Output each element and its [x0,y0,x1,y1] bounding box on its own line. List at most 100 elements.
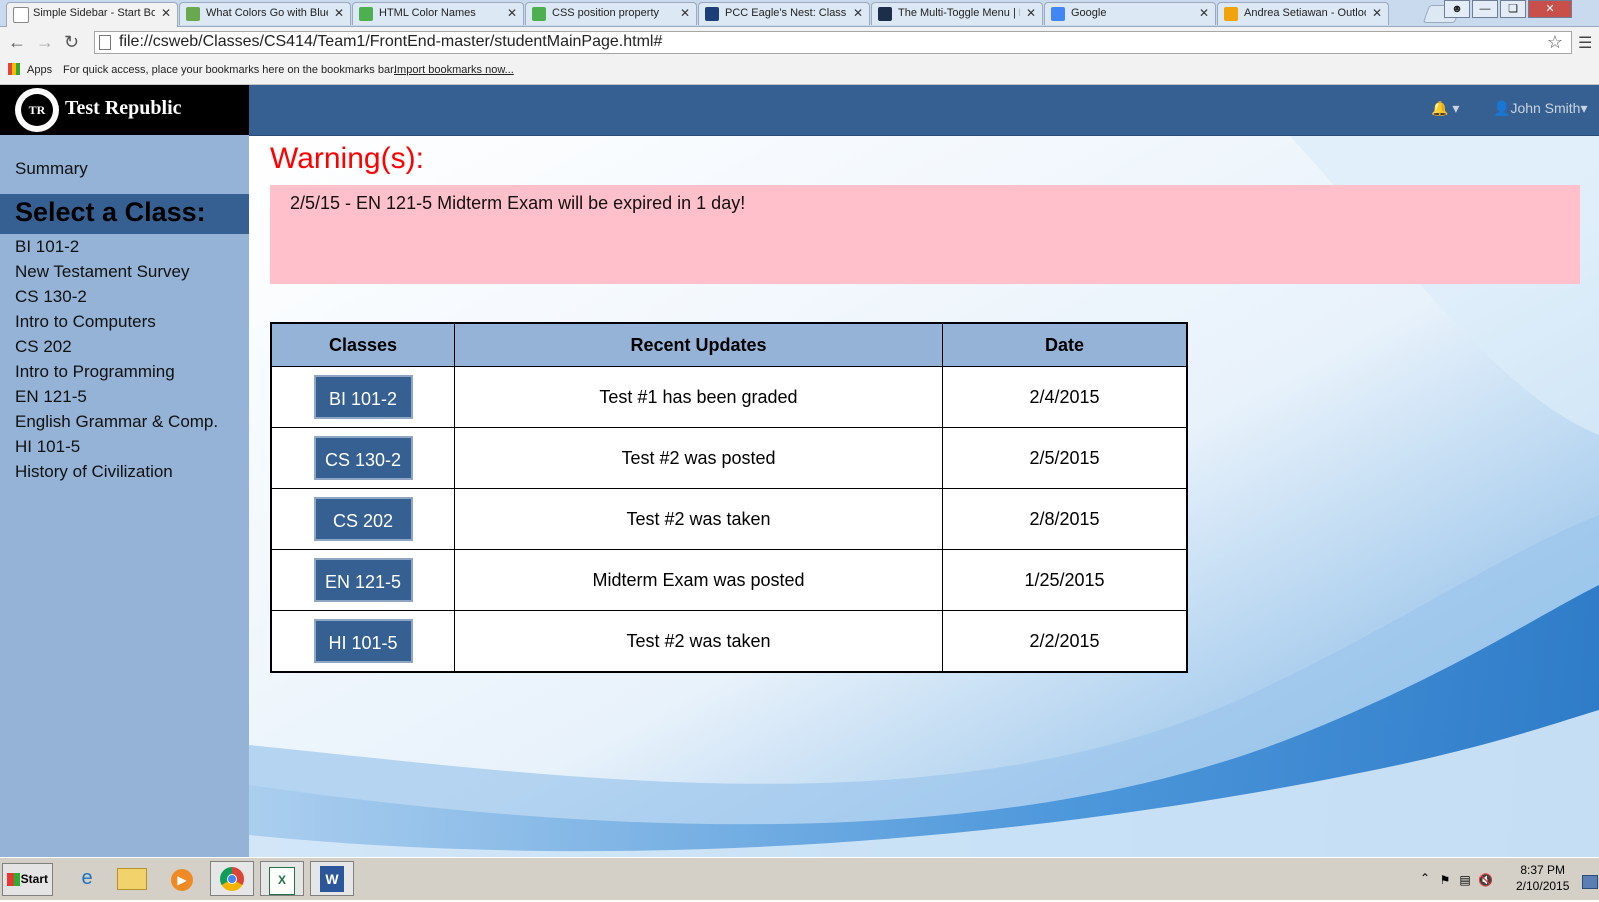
date-cell: 2/4/2015 [942,366,1188,428]
update-cell: Test #1 has been graded [454,366,943,428]
caret-down-icon: ▾ [1580,100,1588,116]
notifications-bell-icon[interactable]: 🔔 ▾ [1431,100,1459,117]
tab-title: What Colors Go with Blue [206,7,328,19]
recent-updates-table: Classes Recent Updates Date BI 101-2 Test… [270,322,1188,673]
update-cell: Test #2 was posted [454,427,943,489]
class-cell: CS 202 [270,488,455,550]
sidebar-item[interactable]: History of Civilization [15,459,218,484]
action-center-flag-icon[interactable]: ⚑ [1438,873,1452,887]
back-arrow-icon[interactable]: ← [8,32,26,53]
close-window-button[interactable]: ✕ [1528,0,1572,18]
sidebar-item[interactable]: CS 130-2 [15,284,218,309]
outlook-icon [1224,7,1238,21]
network-icon[interactable]: ▤ [1458,873,1472,887]
browser-tab[interactable]: What Colors Go with Blue ✕ [179,2,351,25]
tab-title: PCC Eagle's Nest: Class G [725,7,847,19]
word-icon[interactable]: W [310,861,354,896]
warnings-title: Warning(s): [270,142,424,175]
sidebar-item[interactable]: HI 101-5 [15,434,218,459]
show-desktop-button[interactable] [1582,875,1598,889]
site-icon [878,7,892,21]
page-icon [13,7,29,23]
sidebar-class-list: BI 101-2 New Testament Survey CS 130-2 Intr… [15,234,218,484]
sidebar-item[interactable]: English Grammar & Comp. [15,409,218,434]
warning-message: 2/5/15 - EN 121-5 Midterm Exam will be e… [290,193,746,213]
tab-close-icon[interactable]: ✕ [853,6,863,20]
sidebar-item[interactable]: Intro to Computers [15,309,218,334]
tab-close-icon[interactable]: ✕ [1026,6,1036,20]
apps-link[interactable]: Apps [27,64,52,76]
start-button[interactable]: Start [2,863,53,896]
minimize-button[interactable]: — [1472,0,1498,18]
system-tray: ⌃ ⚑ ▤ 🔇 8:37 PM 2/10/2015 [1420,863,1598,896]
clock[interactable]: 8:37 PM 2/10/2015 [1516,862,1569,894]
sidebar-item[interactable]: Intro to Programming [15,359,218,384]
select-class-heading: Select a Class: [15,197,206,227]
tab-close-icon[interactable]: ✕ [1199,6,1209,20]
logo-text: TR [21,94,53,126]
explorer-folder-icon[interactable] [110,861,154,896]
table-row: EN 121-5 Midterm Exam was posted 1/25/2015 [270,549,1188,611]
chrome-menu-icon[interactable]: ☰ [1578,33,1592,53]
browser-tab[interactable]: Andrea Setiawan - Outloo ✕ [1217,2,1389,25]
browser-tab[interactable]: Google ✕ [1044,2,1216,25]
forward-arrow-icon[interactable]: → [36,32,54,53]
windows-taskbar: Start e ▶ X W ⌃ ⚑ ▤ 🔇 8:37 PM 2/10/2015 [0,857,1599,900]
apps-grid-icon[interactable] [8,63,20,75]
bookmark-star-icon[interactable]: ☆ [1547,32,1563,53]
class-button[interactable]: CS 202 [313,497,413,541]
tab-close-icon[interactable]: ✕ [680,6,690,20]
tab-close-icon[interactable]: ✕ [334,6,344,20]
browser-tab[interactable]: Simple Sidebar - Start Boo ✕ [6,2,178,27]
browser-tab[interactable]: PCC Eagle's Nest: Class G ✕ [698,2,870,25]
date-cell: 2/2/2015 [942,610,1188,673]
date-cell: 1/25/2015 [942,549,1188,611]
tab-title: Simple Sidebar - Start Boo [33,7,155,19]
table-header-row: Classes Recent Updates Date [270,322,1188,367]
url-text[interactable]: file://csweb/Classes/CS414/Team1/FrontEn… [119,33,662,51]
tab-close-icon[interactable]: ✕ [507,6,517,20]
class-button[interactable]: BI 101-2 [313,375,413,419]
browser-tab[interactable]: HTML Color Names ✕ [352,2,524,25]
profile-icon[interactable]: ☻ [1444,0,1470,18]
excel-icon[interactable]: X [260,861,304,896]
reload-icon[interactable]: ↻ [64,32,79,53]
top-navbar: 🔔 ▾ 👤John Smith▾ [249,85,1599,136]
date-cell: 2/5/2015 [942,427,1188,489]
class-button[interactable]: HI 101-5 [313,619,413,663]
address-bar[interactable]: file://csweb/Classes/CS414/Team1/FrontEn… [94,31,1572,54]
tab-title: CSS position property [552,7,659,19]
brand-area[interactable]: TR Test Republic [0,85,249,135]
sidebar-item-summary[interactable]: Summary [15,159,88,179]
sidebar-item[interactable]: CS 202 [15,334,218,359]
media-player-icon[interactable]: ▶ [160,861,204,896]
maximize-button[interactable]: ❏ [1500,0,1526,18]
user-icon: 👤 [1493,100,1511,116]
import-bookmarks-link[interactable]: Import bookmarks now... [394,64,514,76]
sidebar-item[interactable]: EN 121-5 [15,384,218,409]
table-row: BI 101-2 Test #1 has been graded 2/4/2015 [270,366,1188,428]
sidebar: Summary Select a Class: BI 101-2 New Test… [0,135,249,857]
user-menu[interactable]: 👤John Smith▾ [1493,100,1588,117]
class-button[interactable]: CS 130-2 [313,436,413,480]
header-classes: Classes [270,322,455,367]
page-icon [99,35,111,50]
browser-tab[interactable]: CSS position property ✕ [525,2,697,25]
tab-close-icon[interactable]: ✕ [1372,6,1382,20]
browser-tab[interactable]: The Multi-Toggle Menu | F ✕ [871,2,1043,25]
browser-tab-strip: Simple Sidebar - Start Boo ✕ What Colors G… [0,0,1599,27]
sidebar-item[interactable]: BI 101-2 [15,234,218,259]
show-hidden-icons-icon[interactable]: ⌃ [1420,871,1430,885]
update-cell: Midterm Exam was posted [454,549,943,611]
tab-close-icon[interactable]: ✕ [161,6,171,20]
test-republic-logo: TR [15,88,59,132]
sidebar-item[interactable]: New Testament Survey [15,259,218,284]
clock-time: 8:37 PM [1520,863,1566,877]
chrome-icon[interactable] [210,861,254,896]
class-button[interactable]: EN 121-5 [313,558,413,602]
brand-title[interactable]: Test Republic [65,97,182,120]
ie-icon[interactable]: e [65,861,109,896]
volume-muted-icon[interactable]: 🔇 [1478,873,1493,887]
tab-title: Andrea Setiawan - Outloo [1244,7,1366,19]
table-row: CS 202 Test #2 was taken 2/8/2015 [270,488,1188,550]
